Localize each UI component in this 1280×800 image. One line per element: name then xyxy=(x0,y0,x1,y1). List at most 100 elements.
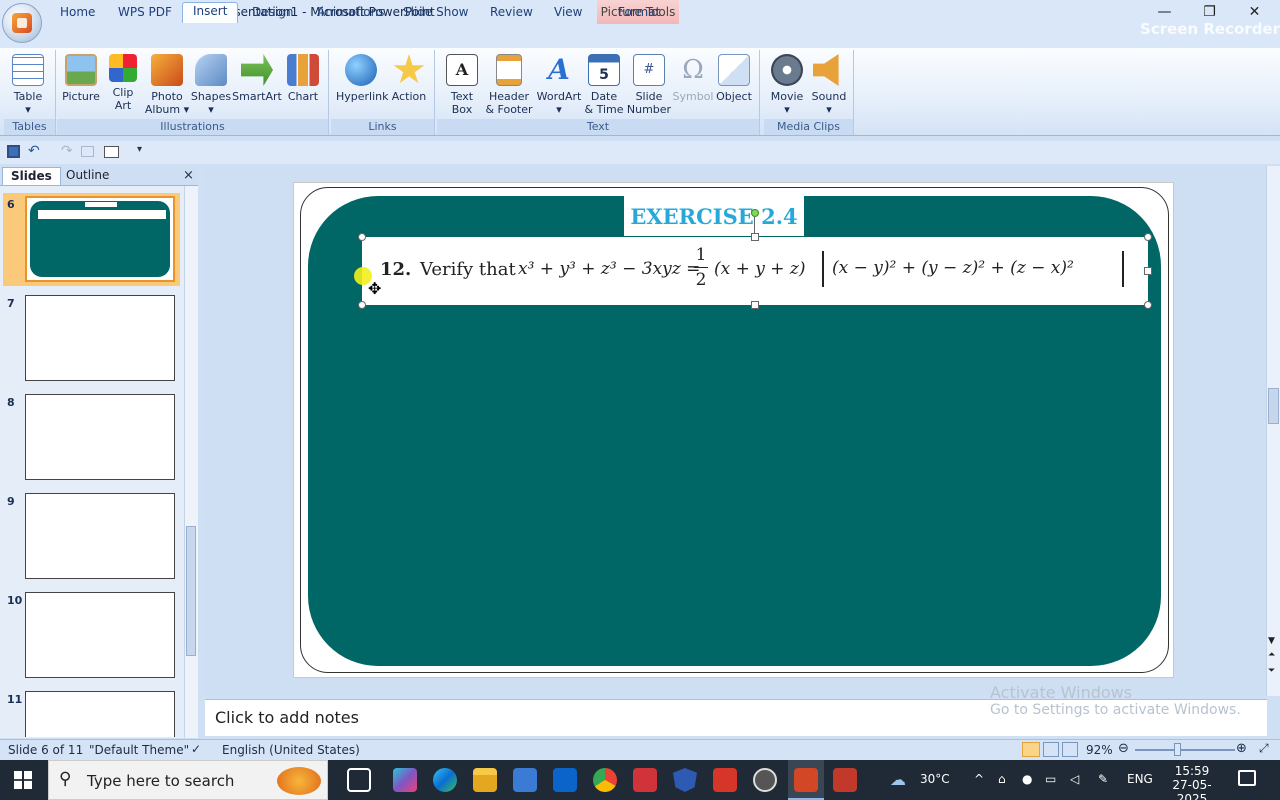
zoom-slider[interactable] xyxy=(1135,749,1235,751)
next-slide-icon[interactable]: ⏷ xyxy=(1268,666,1275,676)
tab-insert[interactable]: Insert xyxy=(182,2,239,23)
tray-chevron-icon[interactable]: ^ xyxy=(974,772,984,786)
tab-slide-show[interactable]: Slide Show xyxy=(393,4,478,23)
thumbs-scrollbar[interactable] xyxy=(184,186,198,738)
object-button[interactable]: Object xyxy=(709,54,759,103)
undo-icon[interactable]: ↶ xyxy=(28,143,40,159)
print-preview-icon[interactable] xyxy=(81,146,94,157)
customize-qat-icon[interactable]: ▾ xyxy=(137,144,142,155)
weather-icon[interactable]: ☁ xyxy=(890,770,906,789)
tab-home[interactable]: Home xyxy=(50,4,105,23)
square-brackets: (x − y)² + (y − z)² + (z − x)² xyxy=(822,251,1124,287)
resize-handle-bl[interactable] xyxy=(358,301,366,309)
copilot-icon[interactable] xyxy=(393,768,417,792)
slide-thumb-7[interactable] xyxy=(25,295,175,381)
resize-handle-tl[interactable] xyxy=(358,233,366,241)
tab-review[interactable]: Review xyxy=(480,4,543,23)
resize-handle-right[interactable] xyxy=(1144,267,1152,275)
slide-sorter-icon[interactable] xyxy=(1043,742,1059,757)
tab-outline[interactable]: Outline xyxy=(58,167,117,185)
prev-slide-icon[interactable]: ⏶ xyxy=(1268,650,1275,660)
wordart-button[interactable]: A WordArt ▾ xyxy=(534,54,584,117)
scroll-thumb[interactable] xyxy=(1268,388,1279,424)
slide-number-11: 11 xyxy=(7,693,23,706)
microphone-icon[interactable]: ● xyxy=(1022,772,1032,786)
tab-view[interactable]: View xyxy=(544,4,592,23)
task-view-icon[interactable] xyxy=(347,768,371,792)
slide-thumb-10[interactable] xyxy=(25,592,175,678)
shapes-button[interactable]: Shapes ▾ xyxy=(186,54,236,116)
photo-album-button[interactable]: Photo Album ▾ xyxy=(142,54,192,116)
recorder-icon[interactable] xyxy=(633,768,657,792)
zoom-slider-thumb[interactable] xyxy=(1174,743,1181,756)
network-icon[interactable]: ⌂ xyxy=(998,772,1006,786)
fit-to-window-icon[interactable]: ⤢ xyxy=(1259,741,1269,756)
object-icon xyxy=(718,54,750,86)
display-icon[interactable]: ▭ xyxy=(1045,772,1056,786)
thumbs-scroll-thumb[interactable] xyxy=(186,526,196,656)
question-number: 12. xyxy=(380,259,412,280)
sound-button[interactable]: Sound ▾ xyxy=(804,54,854,116)
slide-thumb-11[interactable] xyxy=(25,691,175,737)
question-picture[interactable]: 12. Verify that x³ + y³ + z³ − 3xyz = 1 … xyxy=(358,209,1152,309)
slide-thumb-6[interactable] xyxy=(25,196,175,282)
table-button[interactable]: Table ▾ xyxy=(3,54,53,116)
powerpoint-task-active[interactable] xyxy=(788,760,824,800)
app-icon[interactable] xyxy=(833,768,857,792)
tab-animations[interactable]: Animations xyxy=(307,4,394,23)
hyperlink-button[interactable]: Hyperlink xyxy=(336,54,389,103)
chart-button[interactable]: Chart xyxy=(278,54,328,103)
rotate-handle[interactable] xyxy=(751,209,759,217)
spelling-check-icon[interactable]: ✓ xyxy=(191,742,201,756)
clock-date: 27-05-2025 xyxy=(1172,778,1212,800)
chrome-icon[interactable] xyxy=(593,768,617,792)
obs-icon[interactable] xyxy=(753,768,777,792)
slideshow-view-icon[interactable] xyxy=(1062,742,1078,757)
date-time-button[interactable]: 5 Date & Time xyxy=(579,54,629,116)
normal-view-icon[interactable] xyxy=(1022,742,1040,757)
file-explorer-icon[interactable] xyxy=(473,768,497,792)
header-footer-button[interactable]: Header & Footer xyxy=(484,54,534,116)
volume-icon[interactable]: ◁ xyxy=(1070,772,1079,786)
tab-format[interactable]: Format xyxy=(608,4,670,23)
slide-number-7: 7 xyxy=(7,297,15,310)
vertical-scrollbar[interactable]: ▼ ⏶ ⏷ xyxy=(1266,166,1280,696)
slide-number-button[interactable]: # Slide Number xyxy=(624,54,674,116)
pen-icon[interactable]: ✎ xyxy=(1098,772,1108,786)
slide-thumb-8[interactable] xyxy=(25,394,175,480)
text-box-button[interactable]: A Text Box xyxy=(437,54,487,116)
taskbar-search[interactable]: ⚲ Type here to search xyxy=(48,760,328,800)
language[interactable]: English (United States) xyxy=(222,743,360,757)
clip-art-button[interactable]: Clip Art xyxy=(98,54,148,112)
zoom-in-icon[interactable]: ⊕ xyxy=(1236,741,1247,756)
resize-handle-tr[interactable] xyxy=(1144,233,1152,241)
tab-design[interactable]: Design xyxy=(242,4,303,23)
slide-thumb-9[interactable] xyxy=(25,493,175,579)
outlook-icon[interactable] xyxy=(553,768,577,792)
zoom-out-icon[interactable]: ⊖ xyxy=(1118,741,1129,756)
close-pane-icon[interactable]: × xyxy=(183,168,194,183)
resize-handle-bottom[interactable] xyxy=(751,301,759,309)
clock[interactable]: 15:59 27-05-2025 xyxy=(1160,764,1224,800)
language-indicator[interactable]: ENG xyxy=(1127,772,1153,786)
notifications-icon[interactable] xyxy=(1238,770,1256,786)
wps-icon[interactable] xyxy=(713,768,737,792)
redo-icon[interactable]: ↷ xyxy=(61,143,73,159)
tab-slides[interactable]: Slides xyxy=(2,167,61,185)
slide-number-10: 10 xyxy=(7,594,23,607)
store-icon[interactable] xyxy=(513,768,537,792)
slideshow-icon[interactable] xyxy=(104,146,119,158)
smartart-button[interactable]: SmartArt xyxy=(232,54,282,103)
tab-wps-pdf[interactable]: WPS PDF xyxy=(108,4,182,23)
slide-number-6: 6 xyxy=(7,198,15,211)
zoom-level[interactable]: 92% xyxy=(1086,743,1113,757)
edge-icon[interactable] xyxy=(433,768,457,792)
resize-handle-br[interactable] xyxy=(1144,301,1152,309)
resize-handle-top[interactable] xyxy=(751,233,759,241)
save-icon[interactable] xyxy=(7,145,20,158)
exercise-heading[interactable]: EXERCISE 2.4 xyxy=(624,196,804,236)
scroll-down-icon[interactable]: ▼ xyxy=(1268,636,1275,646)
temperature[interactable]: 30°C xyxy=(920,772,950,786)
action-button[interactable]: Action xyxy=(384,54,434,103)
office-button[interactable] xyxy=(2,3,42,43)
